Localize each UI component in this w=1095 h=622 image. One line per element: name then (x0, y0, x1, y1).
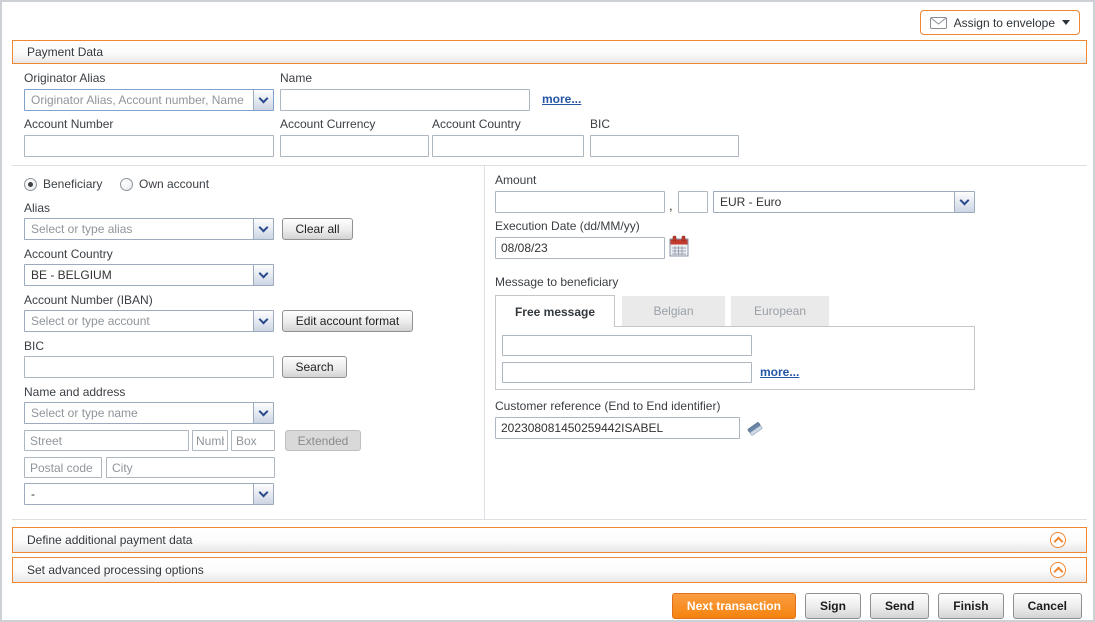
tab-belgian[interactable]: Belgian (622, 296, 725, 326)
alias-select[interactable]: Select or type alias (24, 218, 274, 240)
name-placeholder: Select or type name (25, 403, 253, 423)
own-account-radio-label: Own account (139, 177, 209, 191)
address-type-value: - (25, 484, 253, 504)
originator-more-link[interactable]: more... (542, 92, 581, 106)
postal-code-input[interactable] (24, 457, 102, 478)
originator-account-number-label: Account Number (24, 117, 113, 131)
iban-select[interactable]: Select or type account (24, 310, 274, 332)
collapse-up-icon[interactable] (1050, 562, 1066, 578)
message-more-link[interactable]: more... (760, 365, 799, 379)
originator-account-currency-label: Account Currency (280, 117, 375, 131)
next-transaction-button[interactable]: Next transaction (672, 593, 796, 619)
originator-alias-label: Originator Alias (24, 71, 105, 85)
finish-button[interactable]: Finish (938, 593, 1003, 619)
currency-select[interactable]: EUR - Euro (713, 191, 975, 213)
amount-label: Amount (495, 173, 536, 187)
chevron-down-icon[interactable] (954, 192, 974, 212)
originator-bic-label: BIC (590, 117, 610, 131)
originator-bic-input[interactable] (590, 135, 739, 157)
collapse-up-icon[interactable] (1050, 532, 1066, 548)
message-line2-input[interactable] (502, 362, 752, 383)
own-account-radio[interactable] (120, 178, 133, 191)
tab-european[interactable]: European (731, 296, 829, 326)
execution-date-input[interactable] (495, 237, 665, 259)
name-and-address-label: Name and address (24, 385, 125, 399)
city-input[interactable] (106, 457, 275, 478)
chevron-down-icon[interactable] (253, 484, 273, 504)
originator-account-country-label: Account Country (432, 117, 521, 131)
box-input[interactable] (231, 430, 275, 451)
street-input[interactable] (24, 430, 189, 451)
currency-value: EUR - Euro (714, 192, 954, 212)
additional-payment-data-title: Define additional payment data (27, 533, 192, 547)
clear-all-button[interactable]: Clear all (282, 218, 353, 240)
advanced-processing-options-section[interactable]: Set advanced processing options (12, 557, 1087, 583)
address-type-select[interactable]: - (24, 483, 274, 505)
section-divider (12, 165, 1087, 166)
chevron-down-icon[interactable] (253, 311, 273, 331)
beneficiary-radio-label: Beneficiary (43, 177, 102, 191)
amount-decimals-input[interactable] (678, 191, 708, 213)
payment-form-page: Assign to envelope Payment Data Originat… (0, 0, 1095, 622)
originator-alias-select[interactable]: Originator Alias, Account number, Name (24, 89, 274, 111)
envelope-icon (930, 17, 947, 29)
alias-label: Alias (24, 201, 50, 215)
additional-payment-data-section[interactable]: Define additional payment data (12, 527, 1087, 553)
originator-alias-placeholder: Originator Alias, Account number, Name (25, 90, 253, 110)
numb-input[interactable] (192, 430, 228, 451)
chevron-down-icon (1062, 20, 1070, 25)
cancel-button[interactable]: Cancel (1013, 593, 1082, 619)
iban-placeholder: Select or type account (25, 311, 253, 331)
beneficiary-radio[interactable] (24, 178, 37, 191)
account-country-select[interactable]: BE - BELGIUM (24, 264, 274, 286)
chevron-down-icon[interactable] (253, 403, 273, 423)
account-country-value: BE - BELGIUM (25, 265, 253, 285)
originator-account-number-input[interactable] (24, 135, 274, 157)
extended-button[interactable]: Extended (285, 430, 361, 451)
customer-reference-label: Customer reference (End to End identifie… (495, 399, 720, 413)
search-button[interactable]: Search (282, 356, 347, 378)
column-divider (484, 166, 485, 519)
message-line1-input[interactable] (502, 335, 752, 356)
originator-name-input[interactable] (280, 89, 530, 111)
payment-data-title: Payment Data (27, 45, 103, 59)
advanced-processing-options-title: Set advanced processing options (27, 563, 204, 577)
iban-label: Account Number (IBAN) (24, 293, 153, 307)
account-country-label: Account Country (24, 247, 113, 261)
payment-data-header: Payment Data (12, 40, 1087, 64)
footer-actions: Next transaction Sign Send Finish Cancel (672, 593, 1082, 619)
edit-account-format-button[interactable]: Edit account format (282, 310, 413, 332)
chevron-down-icon[interactable] (253, 219, 273, 239)
bic-label: BIC (24, 339, 44, 353)
eraser-icon[interactable] (746, 420, 764, 439)
chevron-down-icon[interactable] (253, 265, 273, 285)
tab-european-label: European (754, 304, 806, 318)
tab-free-message-label: Free message (515, 305, 595, 319)
assign-to-envelope-label: Assign to envelope (954, 16, 1055, 30)
originator-account-currency-input[interactable] (280, 135, 429, 157)
name-select[interactable]: Select or type name (24, 402, 274, 424)
send-button[interactable]: Send (870, 593, 929, 619)
alias-placeholder: Select or type alias (25, 219, 253, 239)
tab-belgian-label: Belgian (653, 304, 693, 318)
decimal-separator: , (669, 198, 673, 213)
customer-reference-input[interactable] (495, 417, 740, 439)
originator-account-country-input[interactable] (432, 135, 584, 157)
bic-input[interactable] (24, 356, 274, 378)
section-divider (12, 519, 1087, 520)
message-to-beneficiary-label: Message to beneficiary (495, 275, 618, 289)
originator-name-label: Name (280, 71, 312, 85)
chevron-down-icon[interactable] (253, 90, 273, 110)
amount-input[interactable] (495, 191, 665, 213)
calendar-icon[interactable] (669, 235, 689, 261)
sign-button[interactable]: Sign (805, 593, 861, 619)
tab-free-message[interactable]: Free message (495, 295, 615, 327)
execution-date-label: Execution Date (dd/MM/yy) (495, 219, 640, 233)
assign-to-envelope-button[interactable]: Assign to envelope (920, 10, 1080, 35)
